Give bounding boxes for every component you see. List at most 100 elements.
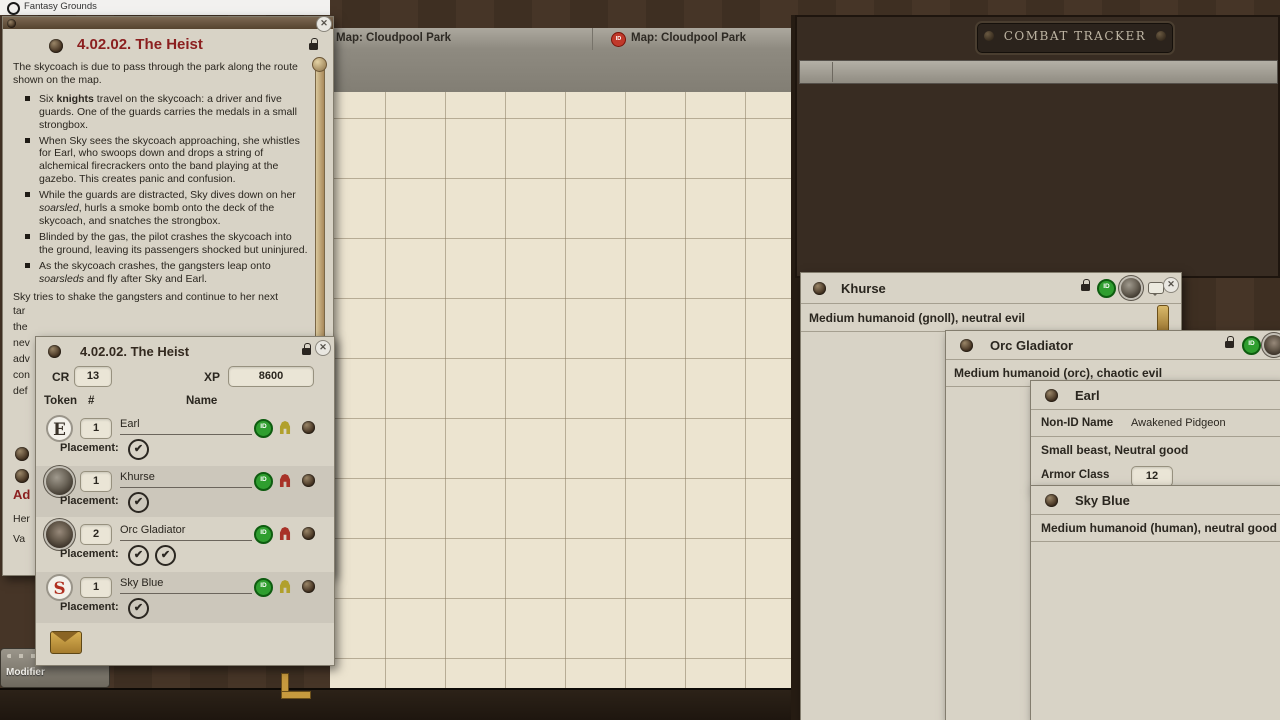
bullet-marker-icon <box>25 234 30 239</box>
encounter-radial-button[interactable] <box>48 345 61 358</box>
pointer-bracket <box>281 673 311 699</box>
sheet-subtitle: Medium humanoid (orc), chaotic evil <box>954 366 1162 380</box>
visibility-header-cell[interactable] <box>802 62 833 82</box>
token-letter-E[interactable]: E <box>46 415 73 442</box>
row-menu-sphere[interactable] <box>302 527 315 540</box>
story-bullet: Blinded by the gas, the pilot crashes th… <box>25 231 309 257</box>
close-icon[interactable]: ✕ <box>316 16 332 32</box>
story-text: When Sky sees the skycoach approaching, … <box>39 135 300 186</box>
helm-icon-red[interactable] <box>278 474 292 487</box>
sheet-radial-button[interactable] <box>1045 389 1058 402</box>
encounter-row: 1 KhurseID Placement: ✔ <box>36 466 334 517</box>
story-radial-button[interactable] <box>49 39 63 53</box>
sheet-radial-button[interactable] <box>1045 494 1058 507</box>
story-window-bar[interactable]: ✕ <box>3 17 333 29</box>
scrollbar-knob[interactable] <box>312 57 327 72</box>
app-title: Fantasy Grounds <box>24 1 97 12</box>
lock-icon[interactable] <box>302 348 311 355</box>
sheet-body <box>1031 541 1280 720</box>
id-badge-icon[interactable]: ID <box>254 419 273 438</box>
lock-icon[interactable] <box>1081 284 1090 291</box>
ac-value[interactable]: 12 <box>1131 466 1173 487</box>
sheet-subtitle: Small beast, Neutral good <box>1041 443 1188 457</box>
os-titlebar: Fantasy Grounds <box>0 0 330 15</box>
ac-label: Armor Class <box>1041 469 1109 481</box>
id-badge-icon[interactable]: ID <box>1097 279 1116 298</box>
envelope-icon[interactable] <box>50 631 82 654</box>
story-outro: Sky tries to shake the gangsters and con… <box>13 291 309 304</box>
close-icon[interactable]: ✕ <box>315 340 331 356</box>
token-letter-S[interactable]: S <box>46 574 73 601</box>
id-icon: ID <box>611 32 626 47</box>
tracker-rows <box>799 87 1278 278</box>
close-icon[interactable]: ✕ <box>1163 277 1179 293</box>
encounter-title: 4.02.02. The Heist <box>80 344 189 359</box>
map-window: Map: Cloudpool Park ID Map: Cloudpool Pa… <box>330 15 800 690</box>
story-text: While the guards are distracted, Sky div… <box>39 189 296 201</box>
token-count[interactable]: 2 <box>80 524 112 545</box>
map-titlebar-right[interactable]: ID Map: Cloudpool Park <box>592 28 801 51</box>
token-orc[interactable] <box>46 521 73 548</box>
row-menu-sphere[interactable] <box>302 474 315 487</box>
npc-name-link[interactable]: Earl <box>120 418 252 435</box>
lock-icon[interactable] <box>1225 341 1234 348</box>
row-menu-sphere[interactable] <box>302 421 315 434</box>
combat-tracker: COMBAT TRACKER <box>795 15 1280 278</box>
encounter-row: E1EarlIDPlacement:✔ <box>36 413 334 464</box>
npc-name-link[interactable]: Sky Blue <box>120 577 252 594</box>
story-bullet: While the guards are distracted, Sky div… <box>25 189 309 228</box>
placement-check-icon[interactable]: ✔ <box>128 492 149 513</box>
sheet-title: Sky Blue <box>1075 493 1130 508</box>
app-icon <box>7 2 20 15</box>
id-badge-icon[interactable]: ID <box>1242 336 1261 355</box>
id-badge-icon[interactable]: ID <box>254 472 273 491</box>
helm-icon-yellow[interactable] <box>278 580 292 593</box>
id-badge-icon[interactable]: ID <box>254 525 273 544</box>
row-menu-sphere[interactable] <box>302 580 315 593</box>
occluded-heading: Ad <box>13 487 30 502</box>
npc-name-link[interactable]: Orc Gladiator <box>120 524 252 541</box>
sheet-radial-button[interactable] <box>813 282 826 295</box>
tracker-title: COMBAT TRACKER <box>977 29 1173 43</box>
story-bullet: Six knights travel on the skycoach: a dr… <box>25 93 309 132</box>
encounter-window: 4.02.02. The Heist ✕ CR 13 XP 8600 Token… <box>35 336 335 666</box>
id-badge-icon[interactable]: ID <box>254 578 273 597</box>
token-count[interactable]: 1 <box>80 418 112 439</box>
npc-sheet-sky-blue: Sky Blue Medium humanoid (human), neutra… <box>1030 485 1280 720</box>
sheet-title: Orc Gladiator <box>990 338 1073 353</box>
token-thumb-orc[interactable] <box>1264 335 1280 355</box>
cr-label: CR <box>52 370 69 384</box>
helm-icon-yellow[interactable] <box>278 421 292 434</box>
cr-value[interactable]: 13 <box>74 366 112 387</box>
story-scrollbar[interactable] <box>315 61 325 343</box>
placement-check-icon[interactable]: ✔ <box>155 545 176 566</box>
token-thumb-gnoll[interactable] <box>1121 278 1141 298</box>
placement-check-icon[interactable]: ✔ <box>128 545 149 566</box>
nonid-value[interactable]: Awakened Pidgeon <box>1131 417 1226 429</box>
story-link-sphere[interactable] <box>15 447 29 461</box>
story-text: knights <box>57 93 94 105</box>
figurine-icon[interactable] <box>1157 305 1169 333</box>
window-menu-sphere[interactable] <box>7 19 16 28</box>
story-bullet: When Sky sees the skycoach approaching, … <box>25 135 309 187</box>
story-link-sphere[interactable] <box>15 469 29 483</box>
helm-icon-red[interactable] <box>278 527 292 540</box>
token-count[interactable]: 1 <box>80 577 112 598</box>
story-text: As the skycoach crashes, the gangsters l… <box>39 260 271 272</box>
map-titlebar-left[interactable]: Map: Cloudpool Park <box>330 28 592 51</box>
story-bullets: Six knights travel on the skycoach: a dr… <box>13 93 309 286</box>
token-gnoll[interactable] <box>46 468 73 495</box>
chat-bubble-icon[interactable] <box>1148 282 1164 294</box>
npc-name-link[interactable]: Khurse <box>120 471 252 488</box>
lock-icon[interactable] <box>309 43 318 50</box>
tracker-title-plate[interactable]: COMBAT TRACKER <box>975 21 1175 55</box>
placement-label: Placement: <box>60 495 119 507</box>
placement-check-icon[interactable]: ✔ <box>128 439 149 460</box>
fantasy-grounds-app: Fantasy Grounds Map: Cloudpool Park ID M… <box>0 0 1280 720</box>
xp-value[interactable]: 8600 <box>228 366 314 387</box>
placement-check-icon[interactable]: ✔ <box>128 598 149 619</box>
map-canvas[interactable] <box>330 92 800 690</box>
story-text: soarsled <box>39 202 79 214</box>
token-count[interactable]: 1 <box>80 471 112 492</box>
sheet-radial-button[interactable] <box>960 339 973 352</box>
